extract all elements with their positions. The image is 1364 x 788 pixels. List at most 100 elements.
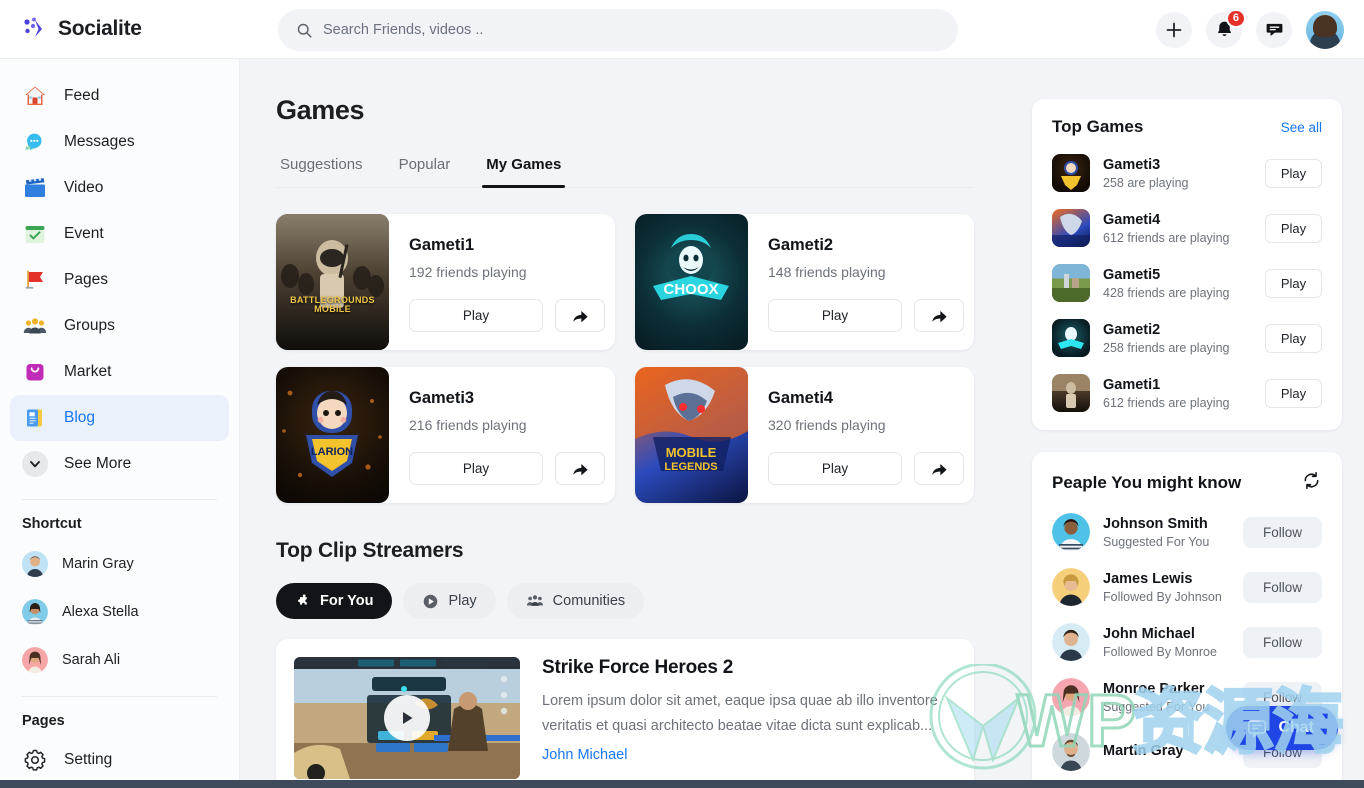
- market-icon: [22, 359, 48, 385]
- game-meta: 148 friends playing: [768, 264, 964, 280]
- game-info: Gameti1 612 friends are playing: [1103, 377, 1252, 410]
- game-meta: 258 friends are playing: [1103, 341, 1252, 355]
- chip-label: For You: [320, 593, 373, 609]
- chip-play[interactable]: Play: [403, 583, 495, 619]
- game-card[interactable]: MOBILE LEGENDS Gameti4 320 friends playi…: [635, 367, 974, 503]
- sidebar: Feed Messages Video: [0, 59, 240, 788]
- avatar: [1052, 568, 1090, 606]
- play-button[interactable]: Play: [409, 299, 543, 332]
- top-game-row[interactable]: Gameti1 612 friends are playing Play: [1052, 374, 1322, 412]
- tab-my-games[interactable]: My Games: [482, 156, 565, 187]
- chip-for-you[interactable]: For You: [276, 583, 392, 619]
- sidebar-item-messages[interactable]: Messages: [10, 119, 229, 165]
- top-game-row[interactable]: Gameti3 258 are playing Play: [1052, 154, 1322, 192]
- sidebar-item-label: Setting: [64, 752, 112, 768]
- share-button[interactable]: [555, 299, 605, 332]
- person-row[interactable]: James Lewis Followed By Johnson Follow: [1052, 568, 1322, 606]
- game-meta: 320 friends playing: [768, 417, 964, 433]
- share-button[interactable]: [555, 452, 605, 485]
- brand[interactable]: Socialite: [0, 0, 240, 59]
- avatar: [1052, 678, 1090, 716]
- person-info: Martin Gray: [1103, 743, 1230, 762]
- sidebar-item-blog[interactable]: Blog: [10, 395, 229, 441]
- plus-icon: [1164, 20, 1184, 40]
- clip-card[interactable]: Strike Force Heroes 2 Lorem ipsum dolor …: [276, 639, 974, 788]
- play-circle-icon: [422, 593, 439, 610]
- play-button[interactable]: Play: [768, 299, 902, 332]
- share-button[interactable]: [914, 452, 964, 485]
- search-input[interactable]: [323, 9, 940, 51]
- svg-text:LEGENDS: LEGENDS: [664, 461, 717, 473]
- game-name: Gameti5: [1103, 267, 1252, 283]
- sidebar-item-groups[interactable]: Groups: [10, 303, 229, 349]
- notifications-button[interactable]: 6: [1206, 12, 1242, 48]
- game-thumbnail: CHOOX: [635, 214, 748, 350]
- sidebar-item-see-more[interactable]: See More: [10, 441, 229, 487]
- people-icon: [526, 592, 544, 610]
- follow-button[interactable]: Follow: [1243, 572, 1322, 603]
- play-button[interactable]: Play: [1265, 269, 1322, 298]
- game-card[interactable]: Battlegrounds Mobile Gameti1 192 friends…: [276, 214, 615, 350]
- bottom-bar: [0, 780, 1364, 788]
- shortcut-item-marin-gray[interactable]: Marin Gray: [10, 540, 229, 588]
- sidebar-item-label: See More: [64, 456, 131, 472]
- person-row[interactable]: John Michael Followed By Monroe Follow: [1052, 623, 1322, 661]
- sidebar-item-label: Groups: [64, 318, 115, 334]
- clip-thumbnail[interactable]: [294, 657, 520, 779]
- play-button[interactable]: Play: [1265, 214, 1322, 243]
- notification-badge: 6: [1226, 9, 1246, 28]
- see-all-link[interactable]: See all: [1281, 120, 1322, 135]
- top-game-row[interactable]: Gameti4 612 friends are playing Play: [1052, 209, 1322, 247]
- clip-author[interactable]: John Michael: [542, 747, 956, 763]
- person-info: Monroe Parker Suggested For You: [1103, 681, 1230, 714]
- sidebar-item-pages[interactable]: Pages: [10, 257, 229, 303]
- add-button[interactable]: [1156, 12, 1192, 48]
- brand-name: Socialite: [58, 17, 142, 41]
- sidebar-item-event[interactable]: Event: [10, 211, 229, 257]
- play-icon[interactable]: [384, 695, 430, 741]
- sidebar-item-market[interactable]: Market: [10, 349, 229, 395]
- follow-button[interactable]: Follow: [1243, 627, 1322, 658]
- event-icon: [22, 221, 48, 247]
- person-name: Johnson Smith: [1103, 516, 1230, 532]
- play-button[interactable]: Play: [1265, 379, 1322, 408]
- play-button[interactable]: Play: [1265, 324, 1322, 353]
- sidebar-item-feed[interactable]: Feed: [10, 73, 229, 119]
- follow-button[interactable]: Follow: [1243, 517, 1322, 548]
- sidebar-item-setting[interactable]: Setting: [10, 737, 229, 783]
- game-card[interactable]: CHOOX Gameti2 148 friends playing Play: [635, 214, 974, 350]
- game-name: Gameti3: [1103, 157, 1252, 173]
- top-game-row[interactable]: Gameti5 428 friends are playing Play: [1052, 264, 1322, 302]
- messages-button[interactable]: [1256, 12, 1292, 48]
- search-bar[interactable]: [278, 9, 958, 51]
- streamer-filter-chips: For You Play Comunities: [276, 583, 974, 619]
- shortcut-item-sarah-ali[interactable]: Sarah Ali: [10, 636, 229, 684]
- share-icon: [571, 307, 589, 325]
- person-meta: Suggested For You: [1103, 535, 1230, 549]
- play-button[interactable]: Play: [409, 452, 543, 485]
- refresh-icon[interactable]: [1301, 470, 1322, 496]
- play-button[interactable]: Play: [1265, 159, 1322, 188]
- top-game-row[interactable]: Gameti2 258 friends are playing Play: [1052, 319, 1322, 357]
- sidebar-item-label: Messages: [64, 134, 135, 150]
- tab-suggestions[interactable]: Suggestions: [276, 156, 367, 187]
- person-row[interactable]: Johnson Smith Suggested For You Follow: [1052, 513, 1322, 551]
- sidebar-item-video[interactable]: Video: [10, 165, 229, 211]
- tab-popular[interactable]: Popular: [395, 156, 455, 187]
- share-button[interactable]: [914, 299, 964, 332]
- game-thumbnail: MOBILE LEGENDS: [635, 367, 748, 503]
- avatar: [1052, 623, 1090, 661]
- shortcut-item-alexa-stella[interactable]: Alexa Stella: [10, 588, 229, 636]
- avatar[interactable]: [1306, 11, 1344, 49]
- game-card[interactable]: LARION Gameti3 216 friends playing Play: [276, 367, 615, 503]
- chip-label: Comunities: [553, 593, 626, 609]
- play-button[interactable]: Play: [768, 452, 902, 485]
- game-thumbnail: [1052, 209, 1090, 247]
- person-meta: Followed By Monroe: [1103, 645, 1230, 659]
- chip-comunities[interactable]: Comunities: [507, 583, 645, 619]
- panel-title: Top Games: [1052, 117, 1143, 137]
- games-tabs: Suggestions Popular My Games: [276, 156, 974, 188]
- chat-button[interactable]: Chat: [1226, 706, 1338, 750]
- panel-title: Peaple You might know: [1052, 473, 1241, 493]
- game-name: Gameti3: [409, 389, 605, 408]
